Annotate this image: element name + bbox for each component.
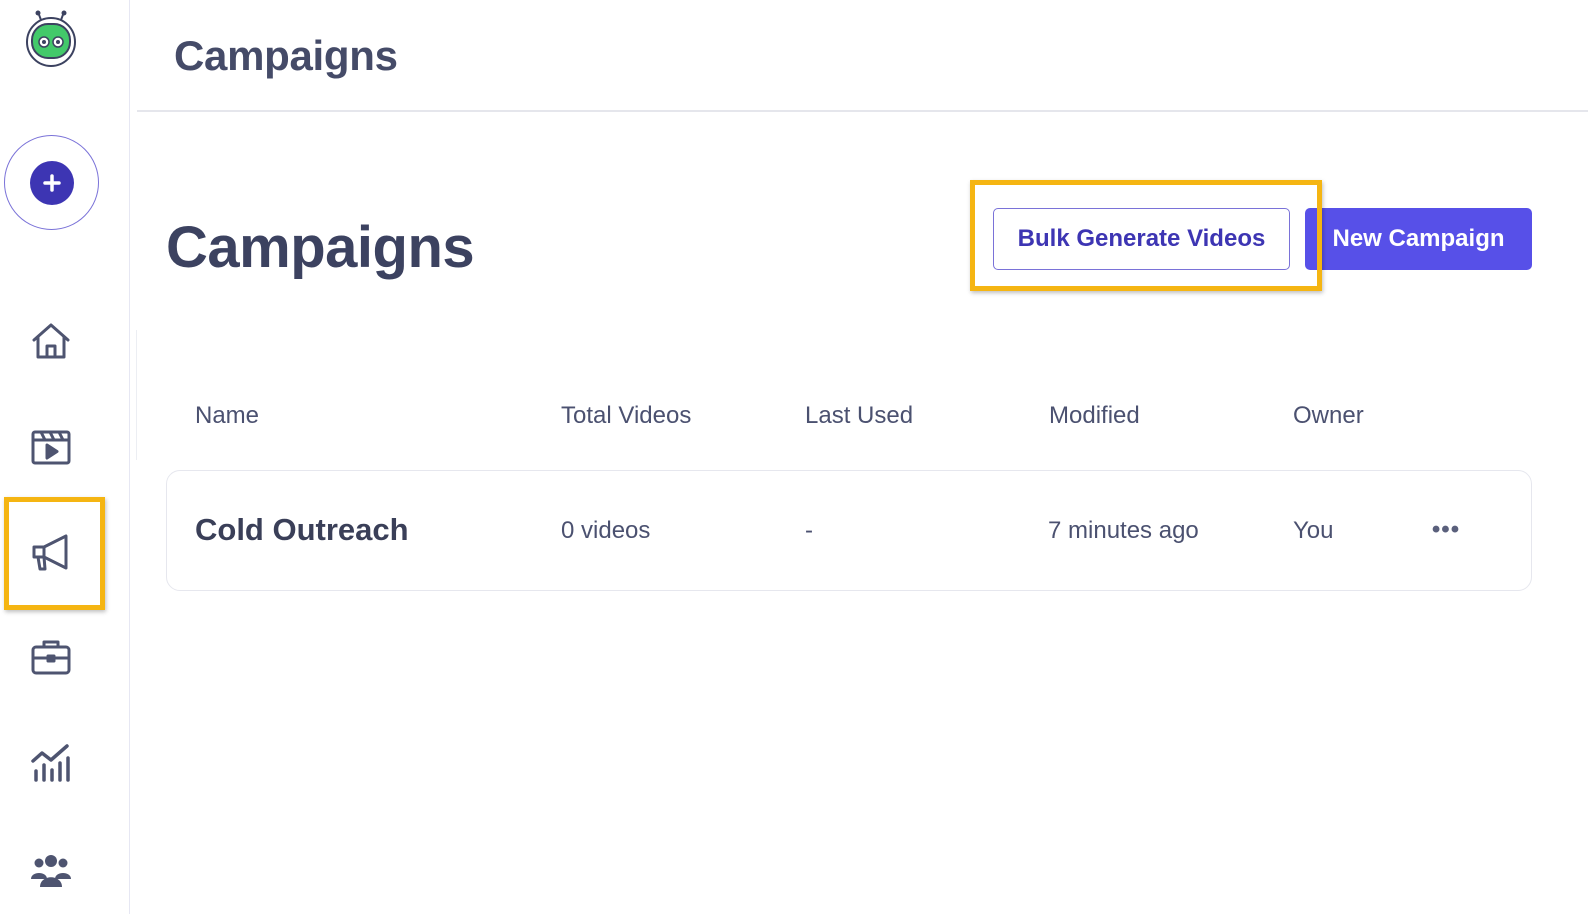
campaign-name[interactable]: Cold Outreach	[195, 512, 409, 548]
team-icon	[31, 855, 71, 887]
column-header-total-videos[interactable]: Total Videos	[561, 402, 691, 430]
column-header-name[interactable]: Name	[195, 402, 259, 430]
campaign-modified: 7 minutes ago	[1048, 517, 1199, 544]
nav-campaigns[interactable]	[20, 521, 82, 583]
top-bar: Campaigns	[137, 0, 1588, 112]
plus-icon	[29, 160, 74, 205]
bulk-generate-videos-button[interactable]: Bulk Generate Videos	[993, 208, 1290, 270]
video-clapper-icon	[31, 430, 71, 465]
analytics-chart-icon	[31, 744, 70, 782]
sidebar	[0, 0, 130, 914]
robot-logo-icon[interactable]	[24, 10, 78, 68]
nav-videos[interactable]	[20, 416, 82, 478]
create-button[interactable]	[4, 135, 99, 230]
campaign-last-used: -	[805, 517, 813, 544]
campaign-total-videos: 0 videos	[561, 517, 651, 544]
nav-analytics[interactable]	[20, 732, 82, 794]
column-header-modified[interactable]: Modified	[1049, 402, 1140, 430]
divider	[136, 330, 137, 460]
campaign-owner: You	[1293, 517, 1334, 544]
column-header-last-used[interactable]: Last Used	[805, 402, 913, 430]
new-campaign-button[interactable]: New Campaign	[1305, 208, 1532, 270]
home-icon	[32, 323, 70, 359]
nav-team[interactable]	[20, 838, 82, 900]
nav-home[interactable]	[20, 310, 82, 372]
more-options-icon[interactable]: •••	[1428, 516, 1464, 546]
page-title: Campaigns	[166, 215, 475, 280]
nav-briefcase[interactable]	[20, 626, 82, 688]
column-header-owner[interactable]: Owner	[1293, 402, 1364, 430]
briefcase-icon	[31, 640, 71, 675]
megaphone-icon	[32, 534, 68, 571]
header-title: Campaigns	[174, 32, 398, 79]
